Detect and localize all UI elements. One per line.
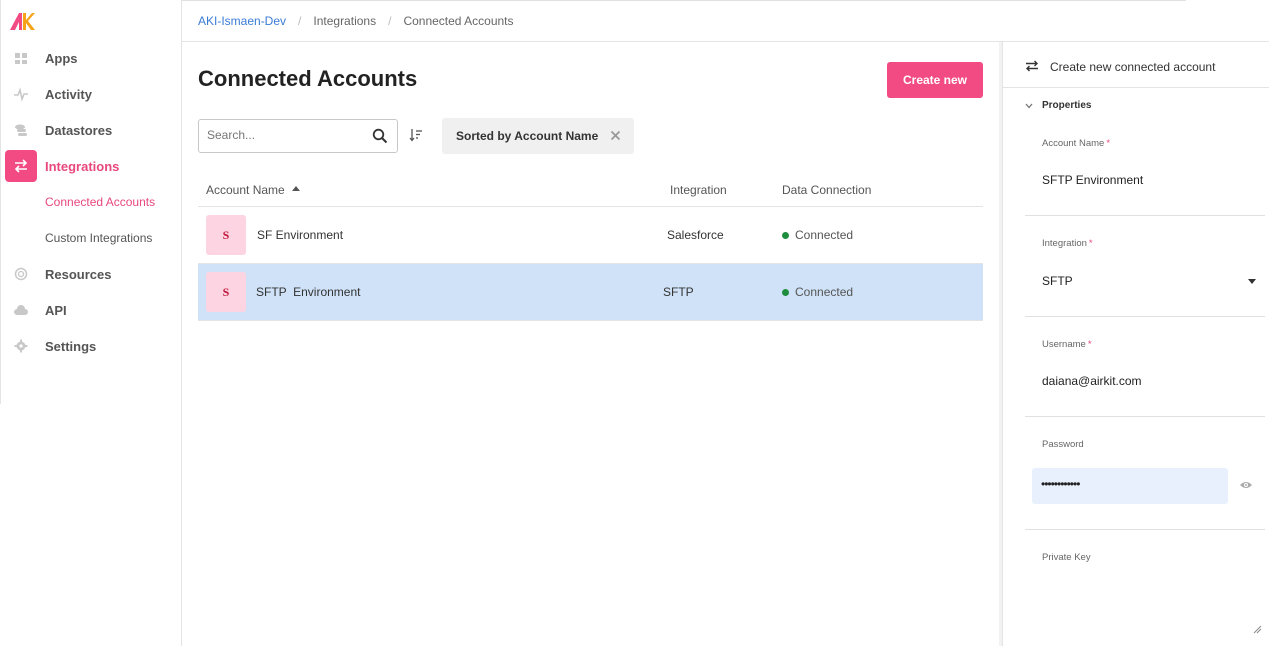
username-field[interactable]: Username * daiana@airkit.com xyxy=(1025,339,1265,417)
account-name-cell: SFTP Environment xyxy=(256,285,361,299)
breadcrumb: AKI-Ismaen-Dev / Integrations / Connecte… xyxy=(198,14,514,28)
topbar: AKI-Ismaen-Dev / Integrations / Connecte… xyxy=(182,0,1269,42)
table-row[interactable]: S SFTP Environment SFTP Connected xyxy=(198,264,983,321)
sort-ascending-icon xyxy=(291,186,300,192)
integration-avatar: S xyxy=(206,215,246,255)
search-icon[interactable] xyxy=(372,128,388,144)
caret-down-icon[interactable] xyxy=(1248,279,1256,284)
column-header-data-connection[interactable]: Data Connection xyxy=(782,183,871,197)
search-input[interactable] xyxy=(207,128,367,142)
create-new-button[interactable]: Create new xyxy=(887,62,983,98)
field-label: Account Name * xyxy=(1042,138,1111,149)
field-label: Username * xyxy=(1042,339,1092,350)
sidebar-item-api[interactable]: API xyxy=(0,294,181,326)
column-header-integration[interactable]: Integration xyxy=(670,183,727,197)
integration-field[interactable]: Integration * SFTP xyxy=(1025,238,1265,317)
password-input[interactable]: •••••••••••• xyxy=(1032,468,1228,504)
integration-cell: SFTP xyxy=(663,285,694,299)
search-box[interactable] xyxy=(198,119,398,153)
database-icon xyxy=(15,124,27,136)
integration-avatar: S xyxy=(206,272,246,312)
page-title: Connected Accounts xyxy=(198,66,418,91)
swap-icon xyxy=(1026,60,1038,72)
password-value: •••••••••••• xyxy=(1041,477,1080,491)
sidebar-subitem-custom-integrations[interactable]: Custom Integrations xyxy=(45,231,152,245)
connected-account-panel: Create new connected account Properties … xyxy=(1002,42,1269,646)
airkit-logo[interactable] xyxy=(8,10,36,32)
status-badge: Connected xyxy=(782,285,853,299)
breadcrumb-integrations[interactable]: Integrations xyxy=(313,14,376,28)
breadcrumb-workspace[interactable]: AKI-Ismaen-Dev xyxy=(198,14,286,28)
sidebar-item-resources[interactable]: Resources xyxy=(0,258,181,290)
column-header-account-name[interactable]: Account Name xyxy=(206,183,300,197)
account-name-field[interactable]: Account Name * SFTP Environment xyxy=(1025,138,1265,216)
integration-cell: Salesforce xyxy=(667,228,724,242)
sidebar-item-integrations[interactable]: Integrations xyxy=(0,150,181,182)
field-label: Integration * xyxy=(1042,238,1093,249)
eye-icon[interactable] xyxy=(1239,480,1253,490)
sort-icon[interactable] xyxy=(409,128,423,142)
sidebar-item-datastores[interactable]: Datastores xyxy=(0,114,181,146)
account-name-cell: SF Environment xyxy=(257,228,344,242)
sidebar-item-label: API xyxy=(45,302,67,318)
integration-select[interactable]: SFTP xyxy=(1042,274,1073,288)
sidebar-item-settings[interactable]: Settings xyxy=(0,330,181,362)
sidebar-subitem-connected-accounts[interactable]: Connected Accounts xyxy=(45,195,155,209)
resize-handle-icon[interactable] xyxy=(1253,625,1262,634)
panel-title: Create new connected account xyxy=(1050,60,1216,74)
sidebar-item-label: Datastores xyxy=(45,122,113,138)
private-key-field[interactable]: Private Key xyxy=(1025,552,1265,642)
close-icon[interactable] xyxy=(610,130,621,141)
sidebar: Apps Activity Datastores Integrations Co… xyxy=(0,0,182,646)
account-name-input[interactable]: SFTP Environment xyxy=(1042,173,1143,187)
grid-icon xyxy=(15,53,27,64)
chevron-down-icon xyxy=(1025,103,1033,108)
sort-chip-label: Sorted by Account Name xyxy=(456,129,599,143)
status-dot-icon xyxy=(782,231,789,239)
cloud-icon xyxy=(14,305,28,315)
sidebar-item-label: Resources xyxy=(45,266,112,282)
panel-header: Create new connected account xyxy=(1003,42,1269,88)
swap-icon xyxy=(14,159,28,173)
gear-icon xyxy=(14,339,28,353)
sidebar-item-label: Activity xyxy=(45,86,92,102)
sidebar-edge xyxy=(0,0,1,404)
field-label: Password xyxy=(1042,439,1084,450)
properties-section-toggle[interactable]: Properties xyxy=(1025,100,1091,111)
username-input[interactable]: daiana@airkit.com xyxy=(1042,374,1142,388)
breadcrumb-current: Connected Accounts xyxy=(403,14,514,28)
status-badge: Connected xyxy=(782,228,853,242)
sidebar-item-activity[interactable]: Activity xyxy=(0,78,181,110)
pulse-icon xyxy=(14,87,28,102)
sidebar-item-label: Integrations xyxy=(45,158,120,174)
properties-section-label: Properties xyxy=(1042,100,1092,111)
globe-icon xyxy=(14,267,28,281)
field-label: Private Key xyxy=(1042,552,1091,563)
status-dot-icon xyxy=(782,288,789,296)
breadcrumb-separator: / xyxy=(388,14,392,28)
table-row[interactable]: S SF Environment Salesforce Connected xyxy=(198,207,983,264)
table-header: Account Name Integration Data Connection xyxy=(198,172,983,207)
sidebar-item-apps[interactable]: Apps xyxy=(0,42,181,74)
sort-chip[interactable]: Sorted by Account Name xyxy=(442,118,634,154)
sidebar-item-label: Apps xyxy=(45,50,78,66)
breadcrumb-separator: / xyxy=(298,14,302,28)
sidebar-item-label: Settings xyxy=(45,338,97,354)
